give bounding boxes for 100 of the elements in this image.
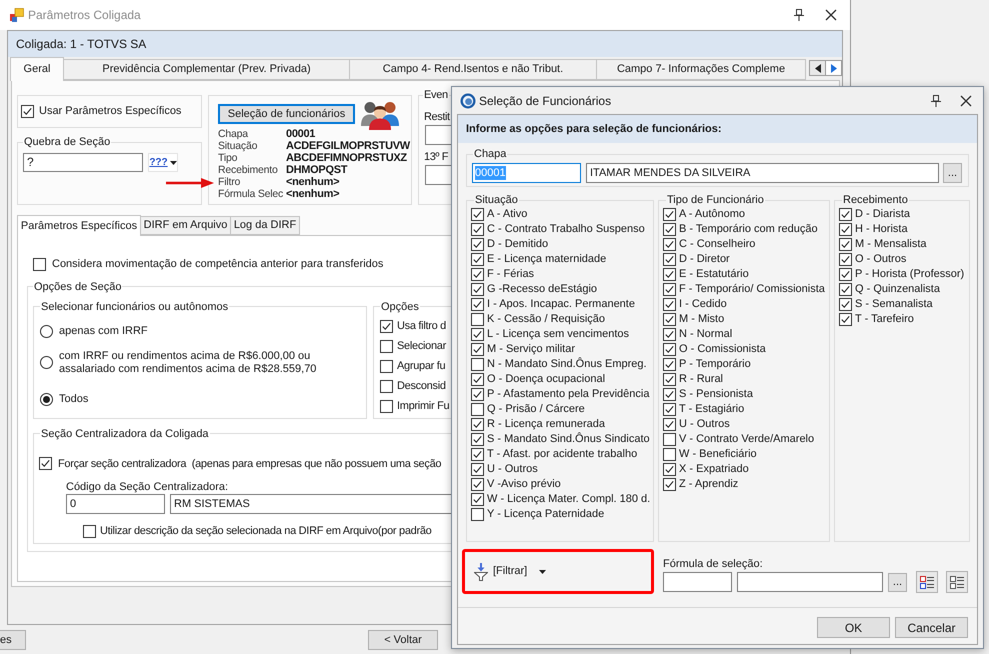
checkbox[interactable] (839, 208, 852, 221)
field-value: ACDEFGILMOPRSTUVW (286, 140, 411, 152)
checkbox[interactable] (663, 238, 676, 251)
checkbox[interactable] (471, 223, 484, 236)
pin-icon[interactable] (931, 94, 941, 106)
checkbox[interactable] (471, 343, 484, 356)
checkbox[interactable] (39, 457, 52, 470)
checkbox[interactable] (471, 418, 484, 431)
checkbox[interactable] (380, 320, 393, 332)
checkbox[interactable] (663, 313, 676, 326)
tab[interactable]: Campo 4- Rend.Isentos e não Tribut. (349, 59, 597, 80)
text-field[interactable] (425, 165, 451, 185)
checkbox-label: F - Temporário/ Comissionista (679, 282, 825, 297)
checkbox[interactable] (471, 448, 484, 461)
text-field[interactable]: RM SISTEMAS (170, 494, 451, 514)
checkbox[interactable] (471, 313, 484, 326)
group-label: Opções de Seção (33, 280, 122, 294)
field-value: DHMOPQST (286, 164, 348, 176)
checkbox[interactable] (663, 418, 676, 431)
checkbox[interactable] (839, 223, 852, 236)
tab[interactable]: Geral (10, 57, 64, 81)
checkbox[interactable] (471, 433, 484, 446)
checkbox[interactable] (839, 283, 852, 296)
tab[interactable]: DIRF em Arquivo (140, 216, 231, 235)
browse-button[interactable]: ... (888, 572, 907, 592)
checkbox-label: U - Outros (679, 417, 730, 432)
text-field[interactable]: 0 (66, 494, 165, 514)
tab[interactable]: Log da DIRF (230, 216, 300, 235)
checkbox-label: M - Misto (679, 312, 724, 327)
checkbox[interactable] (471, 463, 484, 476)
checkbox[interactable] (663, 448, 676, 461)
selection-button[interactable]: Seleção de funcionários (218, 104, 355, 124)
checkbox[interactable] (33, 258, 46, 271)
checkbox[interactable] (380, 380, 393, 392)
text-field[interactable] (425, 125, 451, 145)
checkbox[interactable] (663, 478, 676, 491)
checkbox[interactable] (471, 403, 484, 416)
radio-button[interactable] (40, 356, 53, 369)
checkbox[interactable] (471, 283, 484, 296)
checkbox[interactable] (380, 400, 393, 412)
radio-button[interactable] (40, 324, 53, 338)
checkbox-label: X - Expatriado (679, 462, 749, 477)
checkbox[interactable] (663, 373, 676, 386)
tab[interactable]: Campo 7- Informações Compleme (596, 59, 806, 80)
text-field[interactable]: ? (23, 153, 143, 172)
scroll-left-button[interactable] (809, 60, 826, 76)
close-icon[interactable] (960, 94, 972, 106)
checkbox[interactable] (663, 463, 676, 476)
checkbox[interactable] (839, 313, 852, 326)
checkbox[interactable] (380, 360, 393, 372)
radio-button[interactable] (40, 392, 53, 406)
checkbox[interactable] (471, 253, 484, 266)
checkbox[interactable] (663, 403, 676, 416)
checkbox[interactable] (663, 328, 676, 341)
checkbox[interactable] (471, 358, 484, 371)
footer-button[interactable]: < Voltar (368, 630, 438, 650)
checkbox[interactable] (471, 328, 484, 341)
checkbox[interactable] (663, 253, 676, 266)
checklist-button[interactable] (916, 571, 938, 593)
checkbox[interactable] (471, 238, 484, 251)
checkbox[interactable] (839, 268, 852, 281)
checkbox[interactable] (663, 358, 676, 371)
checkbox[interactable] (471, 493, 484, 506)
checkbox[interactable] (663, 388, 676, 401)
checkbox[interactable] (471, 208, 484, 221)
browse-button[interactable]: ... (943, 163, 962, 183)
checkbox-label: C - Contrato Trabalho Suspenso (487, 222, 645, 237)
text-field[interactable] (663, 572, 732, 592)
checkbox[interactable] (380, 340, 393, 352)
dialog-button[interactable]: Cancelar (895, 617, 968, 638)
checkbox[interactable] (471, 388, 484, 401)
tab[interactable]: Previdência Complementar (Prev. Privada) (63, 59, 350, 80)
list-button[interactable] (946, 571, 968, 593)
checkbox[interactable] (21, 105, 34, 118)
checkbox[interactable] (471, 268, 484, 281)
close-icon[interactable] (825, 9, 837, 21)
checkbox[interactable] (839, 238, 852, 251)
checkbox[interactable] (663, 208, 676, 221)
text-field[interactable] (737, 572, 883, 592)
checkbox[interactable] (83, 524, 96, 538)
checkbox[interactable] (663, 298, 676, 311)
checkbox[interactable] (663, 343, 676, 356)
dialog-button[interactable]: OK (817, 617, 890, 638)
checkbox[interactable] (471, 478, 484, 491)
pin-icon[interactable] (794, 9, 804, 21)
checkbox[interactable] (471, 508, 484, 521)
scroll-right-button[interactable] (825, 60, 842, 76)
filter-button[interactable]: [Filtrar] (474, 558, 546, 584)
footer-button[interactable]: es (0, 630, 26, 650)
checkbox[interactable] (471, 373, 484, 386)
checkbox[interactable] (663, 268, 676, 281)
checkbox[interactable] (471, 298, 484, 311)
checkbox[interactable] (663, 433, 676, 446)
checkbox[interactable] (663, 223, 676, 236)
checkbox[interactable] (839, 298, 852, 311)
tab[interactable]: Parâmetros Específicos (17, 215, 141, 236)
text-field[interactable]: ITAMAR MENDES DA SILVEIRA (586, 163, 939, 183)
checkbox[interactable] (663, 283, 676, 296)
checkbox[interactable] (839, 253, 852, 266)
lookup-button[interactable]: ??? (148, 153, 178, 172)
